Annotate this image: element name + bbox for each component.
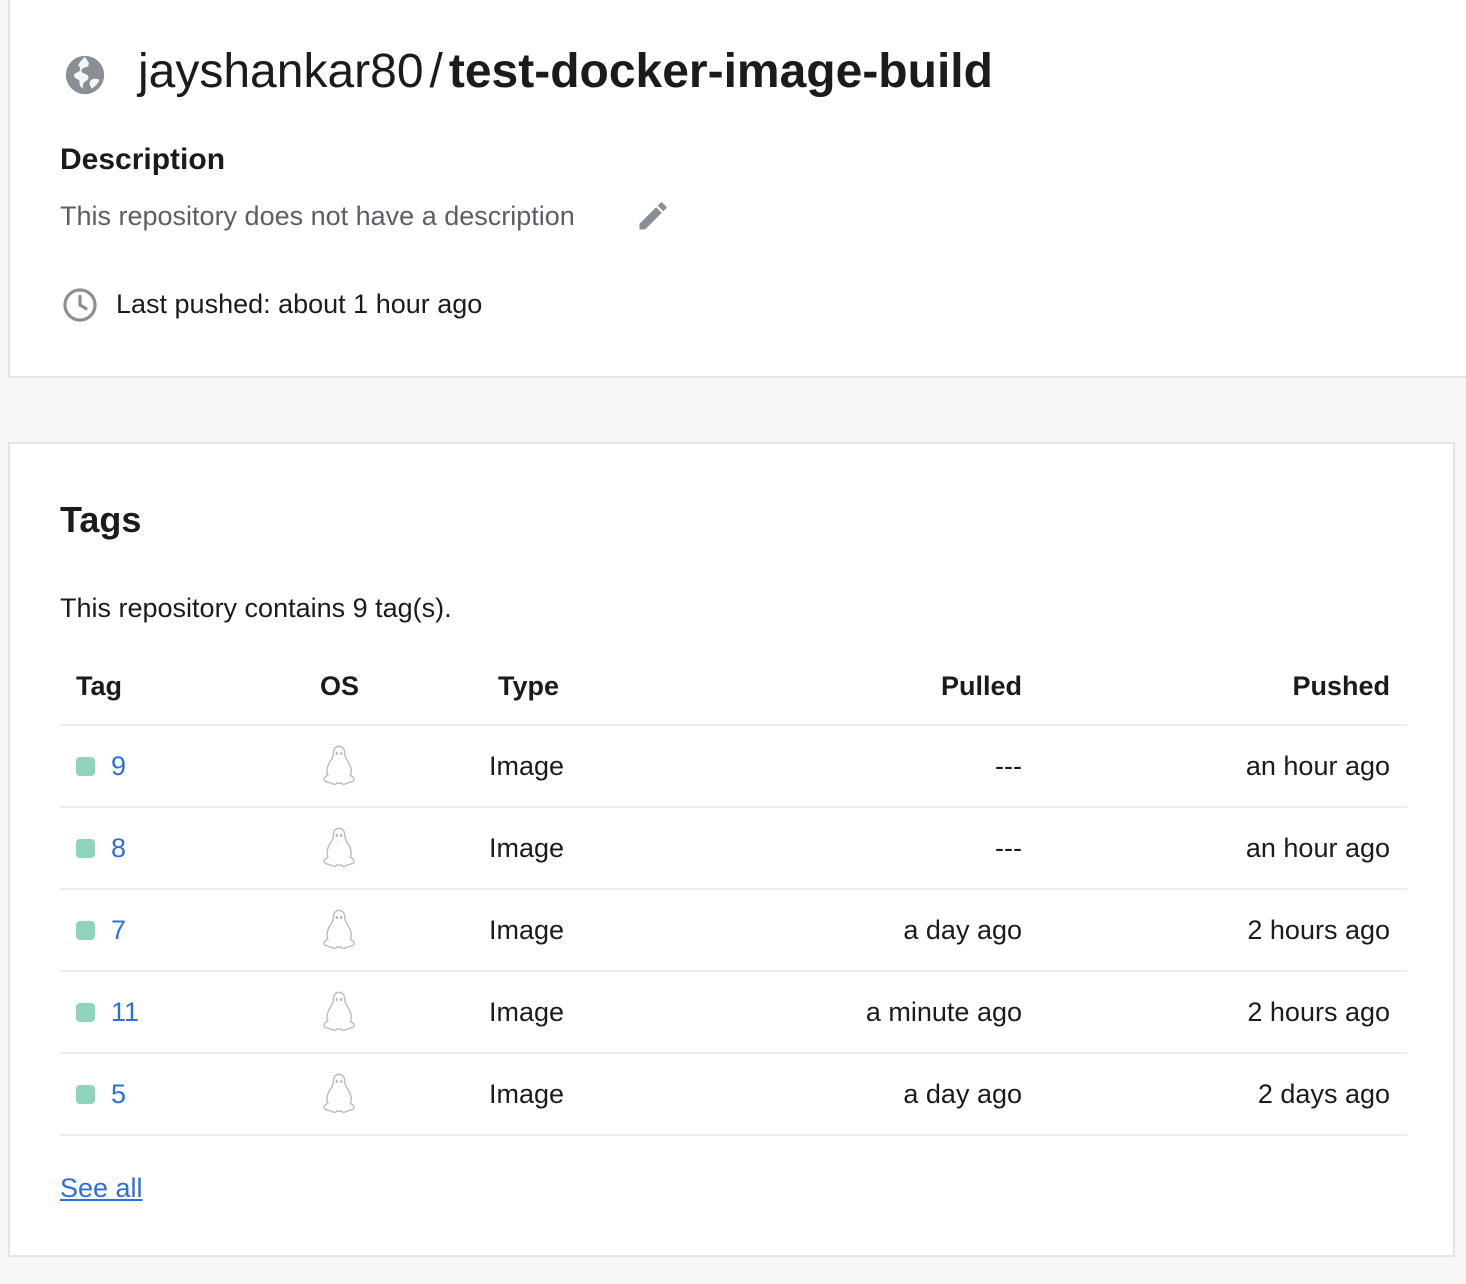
description-text: This repository does not have a descript… <box>60 201 575 231</box>
pencil-icon[interactable] <box>635 198 671 234</box>
repository-owner[interactable]: jayshankar80 <box>138 45 424 98</box>
table-header: Tag OS Type Pulled Pushed <box>60 650 1407 726</box>
tag-link[interactable]: 7 <box>111 915 126 946</box>
linux-icon <box>323 827 355 868</box>
tag-cell: 8 <box>76 808 126 888</box>
title-separator: / <box>429 45 443 98</box>
os-cell <box>320 726 358 806</box>
tag-link[interactable]: 8 <box>111 833 126 864</box>
column-header-tag: Tag <box>76 670 122 701</box>
repository-info-card: jayshankar80/test-docker-image-build Des… <box>8 0 1466 378</box>
type-cell: Image <box>489 914 565 945</box>
pulled-cell: --- <box>995 832 1022 863</box>
linux-icon <box>323 1073 355 1114</box>
table-row: 9 Image --- an hour ago <box>60 726 1407 808</box>
type-cell: Image <box>489 1078 565 1109</box>
column-header-type: Type <box>498 670 560 701</box>
globe-icon <box>65 55 105 95</box>
pushed-cell: 2 days ago <box>1257 1078 1390 1109</box>
tag-status-indicator <box>76 756 95 776</box>
tag-status-indicator <box>76 838 95 858</box>
tag-link[interactable]: 11 <box>111 997 139 1028</box>
tag-status-indicator <box>76 920 95 940</box>
repository-title: jayshankar80/test-docker-image-build <box>138 42 993 102</box>
linux-icon <box>323 991 355 1032</box>
tags-card: Tags This repository contains 9 tag(s). … <box>8 442 1455 1257</box>
tags-count-text: This repository contains 9 tag(s). <box>60 593 452 623</box>
table-row: 5 Image a day ago 2 days ago <box>60 1054 1407 1136</box>
tags-table: Tag OS Type Pulled Pushed 9 Image --- an… <box>60 650 1407 1136</box>
pulled-cell: a minute ago <box>865 996 1022 1027</box>
os-cell <box>320 972 358 1052</box>
repository-name: test-docker-image-build <box>448 45 993 98</box>
table-row: 8 Image --- an hour ago <box>60 808 1407 890</box>
tag-status-indicator <box>76 1084 95 1104</box>
pulled-cell: a day ago <box>903 914 1022 945</box>
column-header-pushed: Pushed <box>1292 670 1390 701</box>
tag-link[interactable]: 5 <box>111 1079 126 1110</box>
pushed-cell: 2 hours ago <box>1247 996 1390 1027</box>
see-all-link[interactable]: See all <box>60 1171 143 1205</box>
tag-cell: 5 <box>76 1054 126 1134</box>
column-header-pulled: Pulled <box>940 670 1022 701</box>
pushed-cell: an hour ago <box>1245 832 1390 863</box>
linux-icon <box>323 909 355 950</box>
description-heading: Description <box>60 143 226 176</box>
os-cell <box>320 1054 358 1134</box>
clock-icon <box>63 288 97 322</box>
last-pushed-text: Last pushed: about 1 hour ago <box>116 289 483 319</box>
table-row: 7 Image a day ago 2 hours ago <box>60 890 1407 972</box>
column-header-os: OS <box>320 670 360 701</box>
type-cell: Image <box>489 832 565 863</box>
type-cell: Image <box>489 750 565 781</box>
os-cell <box>320 890 358 970</box>
tag-cell: 9 <box>76 726 126 806</box>
pulled-cell: --- <box>995 750 1022 781</box>
pushed-cell: an hour ago <box>1245 750 1390 781</box>
type-cell: Image <box>489 996 565 1027</box>
tag-cell: 7 <box>76 890 126 970</box>
linux-icon <box>323 745 355 786</box>
pulled-cell: a day ago <box>903 1078 1022 1109</box>
tag-link[interactable]: 9 <box>111 751 126 782</box>
table-row: 11 Image a minute ago 2 hours ago <box>60 972 1407 1054</box>
pushed-cell: 2 hours ago <box>1247 914 1390 945</box>
tags-heading: Tags <box>60 499 142 540</box>
tag-status-indicator <box>76 1002 95 1022</box>
tag-cell: 11 <box>76 972 139 1052</box>
os-cell <box>320 808 358 888</box>
